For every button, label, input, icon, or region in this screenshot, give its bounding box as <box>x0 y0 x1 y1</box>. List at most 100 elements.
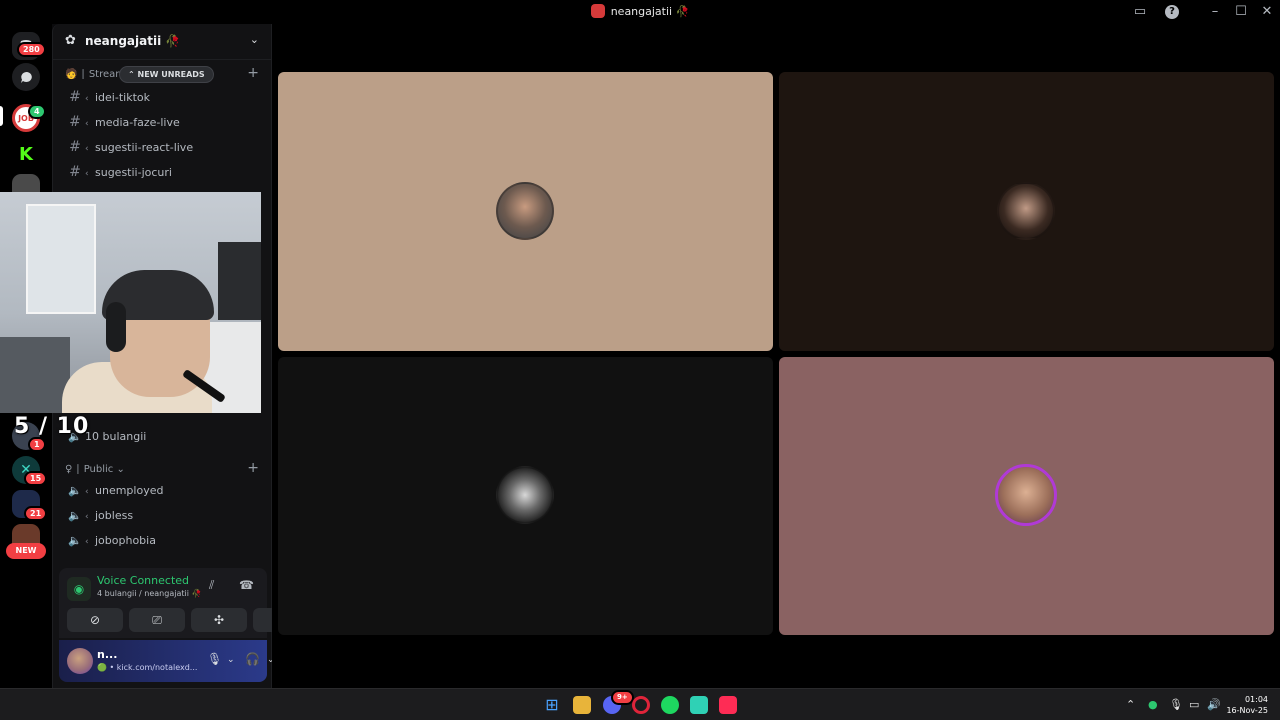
voice-location[interactable]: 4 bulangii / neangajatii 🥀 <box>97 589 201 598</box>
tray-expand-icon[interactable]: ⌃ <box>1126 698 1135 711</box>
speaker-icon: 🔈 <box>68 534 82 547</box>
opera-gx-icon[interactable] <box>632 696 650 714</box>
add-voice-channel-icon[interactable]: + <box>247 460 259 476</box>
noise-suppression-icon[interactable]: ⫽ <box>209 578 214 593</box>
user-status-text: kick.com/notalexd... <box>116 663 198 672</box>
channel-media-faze-live[interactable]: # ‹ media-faze-live <box>63 111 261 133</box>
chevron-down-icon: ⌄ <box>249 33 259 46</box>
participant-tile[interactable] <box>278 72 773 351</box>
voice-channel-jobophobia[interactable]: 🔈 ‹ jobophobia <box>63 530 261 552</box>
file-explorer-icon[interactable] <box>573 696 591 714</box>
user-panel: n... 🟢 • kick.com/notalexd... 🎙 ⌄ 🎧 ⌄ ⚙ <box>59 640 302 682</box>
participant-tile[interactable] <box>278 357 773 635</box>
signal-icon[interactable]: ◉ <box>67 577 91 601</box>
channel-label: 10 bulangii <box>85 430 147 443</box>
webcam-bed <box>0 337 70 413</box>
discord-taskbar-badge: 9+ <box>611 690 634 705</box>
help-icon[interactable]: ? <box>1165 5 1179 19</box>
disconnect-icon[interactable]: ☎ <box>239 578 254 592</box>
mic-options-chevron-icon[interactable]: ⌄ <box>227 655 235 665</box>
webcam-headphones <box>106 302 126 352</box>
voice-status: Voice Connected <box>97 574 190 587</box>
headphones-icon[interactable]: 🎧 <box>245 652 260 666</box>
category-public[interactable]: ♀ ∣ Public ⌄ <box>65 464 125 475</box>
channel-label: jobophobia <box>95 534 156 547</box>
tray-app-icon[interactable]: ● <box>1148 698 1158 711</box>
screen-share-button[interactable]: ⎚ <box>129 608 185 632</box>
window-title-text: neangajatii 🥀 <box>610 5 690 18</box>
new-servers-badge: NEW <box>6 543 46 559</box>
participant-tile[interactable] <box>779 72 1274 351</box>
thread-icon: ‹ <box>85 169 89 179</box>
thread-icon: ‹ <box>85 537 89 547</box>
inbox-icon[interactable]: ▭ <box>1131 3 1149 21</box>
server-badge-21: 21 <box>24 506 48 521</box>
spotify-icon[interactable] <box>661 696 679 714</box>
webcam-monitor <box>218 242 261 320</box>
voice-channel-unemployed[interactable]: 🔈 ‹ unemployed <box>63 480 261 502</box>
avatar <box>496 466 554 524</box>
channel-label: sugestii-react-live <box>95 141 194 154</box>
selected-server-pill <box>0 106 3 126</box>
server-badge-15: 15 <box>24 471 48 486</box>
voice-connected-panel: ◉ Voice Connected 4 bulangii / neangajat… <box>59 568 309 638</box>
category-public-label: Public <box>83 464 114 475</box>
volume-icon[interactable]: 🔊 <box>1207 698 1221 711</box>
hash-icon: # <box>69 114 81 130</box>
chat-bubble-icon[interactable] <box>12 63 40 91</box>
avatar <box>995 464 1057 526</box>
tiktok-icon[interactable] <box>719 696 737 714</box>
thread-icon: ‹ <box>85 487 89 497</box>
webcam-window <box>26 204 96 314</box>
taskbar: ⊞ 9+ ⌃ ● 🎙 ▭ 🔊 01:04 16-Nov-25 <box>0 688 1280 720</box>
voice-channel-10-bulangii[interactable]: 🔈 10 bulangii <box>63 426 261 448</box>
title-bar: neangajatii 🥀 ▭ ? – ☐ ✕ <box>0 0 1280 24</box>
speaker-icon: 🔈 <box>68 509 82 522</box>
avatar[interactable] <box>67 648 93 674</box>
add-channel-icon[interactable]: + <box>247 65 259 81</box>
thread-icon: ‹ <box>85 94 89 104</box>
user-name: n... <box>97 648 118 661</box>
thread-icon: ‹ <box>85 144 89 154</box>
overlay-score: 5 / 10 <box>14 414 90 439</box>
voice-call-area <box>272 24 1280 688</box>
maximize-button[interactable]: ☐ <box>1232 3 1250 21</box>
voice-channel-jobless[interactable]: 🔈 ‹ jobless <box>63 505 261 527</box>
hash-icon: # <box>69 89 81 105</box>
app-teal-icon[interactable] <box>690 696 708 714</box>
channel-idei-tiktok[interactable]: # ‹ idei-tiktok <box>63 86 261 108</box>
system-clock[interactable]: 01:04 16-Nov-25 <box>1226 694 1268 716</box>
close-button[interactable]: ✕ <box>1258 3 1276 21</box>
server-name: neangajatii 🥀 <box>85 34 181 48</box>
hash-icon: # <box>69 139 81 155</box>
new-unreads-button[interactable]: ⌃ NEW UNREADS <box>119 66 214 83</box>
thread-icon: ‹ <box>85 512 89 522</box>
kick-server-icon[interactable]: K <box>12 140 40 168</box>
server-job-badge: 4 <box>28 104 46 119</box>
avatar <box>496 182 554 240</box>
channel-sugestii-jocuri[interactable]: # ‹ sugestii-jocuri <box>63 161 261 183</box>
window-title: neangajatii 🥀 <box>0 4 1280 18</box>
channel-label: idei-tiktok <box>95 91 150 104</box>
microphone-icon[interactable]: 🎙 <box>207 652 222 666</box>
server-header[interactable]: ✿ neangajatii 🥀 ⌄ <box>53 24 271 60</box>
windows-start-icon[interactable]: ⊞ <box>543 696 561 714</box>
clock-time: 01:04 <box>1244 695 1268 704</box>
hash-icon: # <box>69 164 81 180</box>
streamer-webcam-overlay <box>0 192 261 413</box>
channel-sugestii-react-live[interactable]: # ‹ sugestii-react-live <box>63 136 261 158</box>
camera-toggle-button[interactable]: ⊘ <box>67 608 123 632</box>
tray-microphone-icon[interactable]: 🎙 <box>1169 698 1183 711</box>
channel-label: sugestii-jocuri <box>95 166 172 179</box>
category-stream[interactable]: 🧑 ∣ Stream <box>65 69 125 80</box>
user-status: 🟢 • kick.com/notalexd... <box>97 663 198 672</box>
server-badge-1: 1 <box>28 437 46 452</box>
participant-tile[interactable] <box>779 357 1274 635</box>
server-settings-icon: ✿ <box>65 33 76 48</box>
new-unreads-label: NEW UNREADS <box>137 70 205 79</box>
channel-label: unemployed <box>95 484 164 497</box>
network-icon[interactable]: ▭ <box>1189 698 1199 711</box>
minimize-button[interactable]: – <box>1206 3 1224 21</box>
activities-button[interactable]: ✣ <box>191 608 247 632</box>
home-badge: 280 <box>17 42 46 57</box>
